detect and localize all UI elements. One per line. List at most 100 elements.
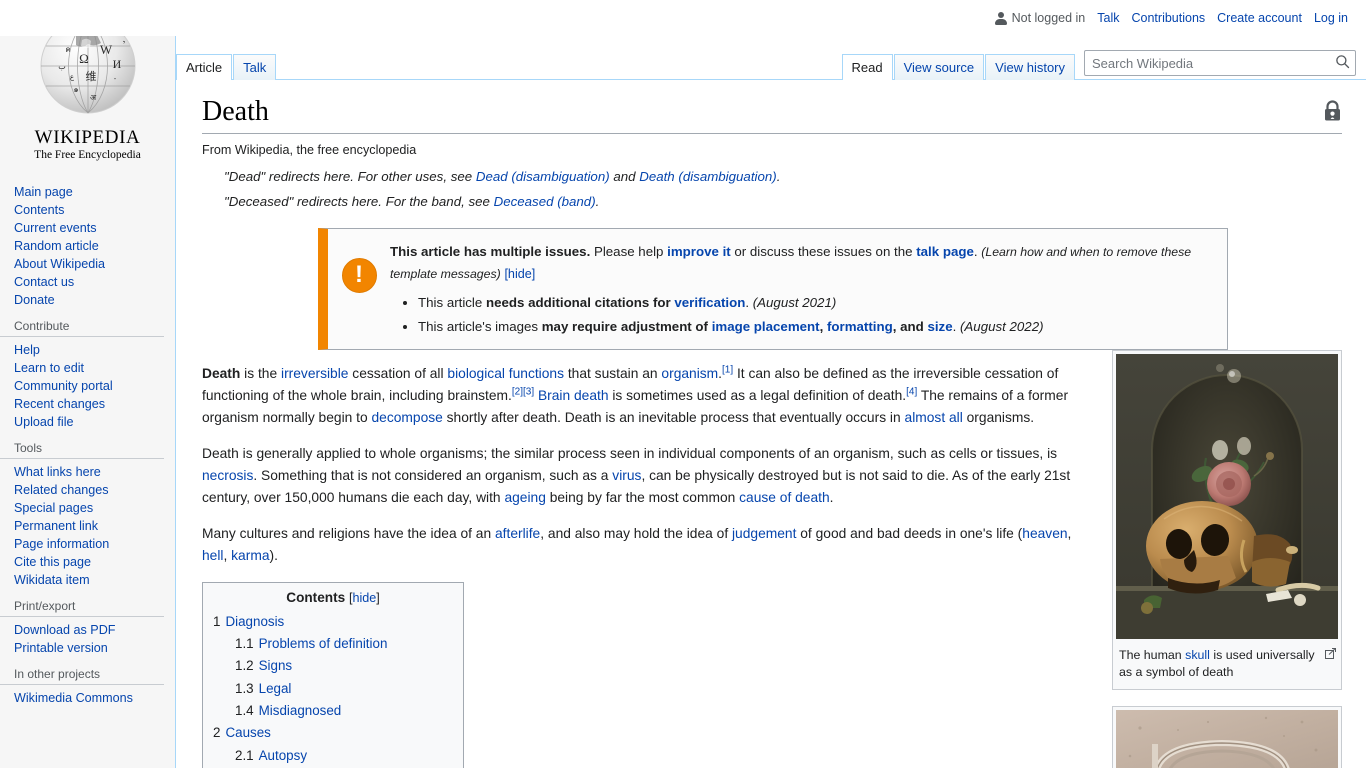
issue-1-link-verification[interactable]: verification [674,295,745,310]
sidebar-link-community-portal[interactable]: Community portal [14,379,113,393]
citation-ref-link[interactable]: [1] [722,364,733,375]
tab-talk[interactable]: Talk [233,54,277,80]
sidebar-link-main-page[interactable]: Main page [14,185,73,199]
sidebar-link-upload-file[interactable]: Upload file [14,415,74,429]
sidebar-item-about-wikipedia[interactable]: About Wikipedia [0,254,175,272]
toc-entry[interactable]: 1.1 Problems of definition [213,633,453,655]
body-link[interactable]: necrosis [202,468,253,483]
ambox-link-talk-page[interactable]: talk page [916,244,974,259]
toc-entry-link[interactable]: Signs [259,658,293,673]
personal-link-log-in[interactable]: Log in [1314,11,1348,25]
tab-talk-label[interactable]: Talk [243,60,266,75]
citation-ref[interactable]: [4] [906,387,917,398]
body-link[interactable]: karma [231,548,269,563]
sidebar-item-help[interactable]: Help [0,340,175,358]
body-link[interactable]: decompose [371,410,442,425]
toc-entry-link[interactable]: Diagnosis [225,614,284,629]
sidebar-link-wikidata-item[interactable]: Wikidata item [14,573,90,587]
vanitas-still-life-skull-painting[interactable] [1116,354,1338,642]
body-link[interactable]: virus [612,468,641,483]
sidebar-link-download-as-pdf[interactable]: Download as PDF [14,623,116,637]
body-link[interactable]: Brain death [538,388,609,403]
caption-link-skull[interactable]: skull [1185,648,1210,662]
tab-read-label[interactable]: Read [852,60,883,75]
body-link[interactable]: afterlife [495,526,540,541]
toc-entry-link[interactable]: Legal [259,681,292,696]
sidebar-link-donate[interactable]: Donate [14,293,55,307]
sidebar-item-contact-us[interactable]: Contact us [0,272,175,290]
sidebar-item-donate[interactable]: Donate [0,290,175,308]
sidebar-item-upload-file[interactable]: Upload file [0,412,175,430]
sidebar-link-page-information[interactable]: Page information [14,537,109,551]
personal-link-create-account[interactable]: Create account [1217,11,1302,25]
sidebar-link-what-links-here[interactable]: What links here [14,465,101,479]
issue-2-link-image-placement[interactable]: image placement [712,319,820,334]
sidebar-item-special-pages[interactable]: Special pages [0,498,175,516]
issue-2-link-size[interactable]: size [927,319,952,334]
stone-relief-photo[interactable] [1116,709,1338,768]
tab-view-history[interactable]: View history [985,54,1075,80]
sidebar-link-wikimedia-commons[interactable]: Wikimedia Commons [14,691,133,705]
sidebar-link-related-changes[interactable]: Related changes [14,483,109,497]
tab-article[interactable]: Article [176,54,233,80]
hatnote-1-link-death-disambiguation[interactable]: Death (disambiguation) [639,169,776,184]
sidebar-item-printable-version[interactable]: Printable version [0,638,175,656]
search-button[interactable] [1329,51,1355,75]
sidebar-item-permanent-link[interactable]: Permanent link [0,516,175,534]
tab-view-source-label[interactable]: View source [904,60,975,75]
sidebar-link-learn-to-edit[interactable]: Learn to edit [14,361,84,375]
sidebar-item-main-page[interactable]: Main page [0,182,175,200]
sidebar-link-current-events[interactable]: Current events [14,221,97,235]
sidebar-item-random-article[interactable]: Random article [0,236,175,254]
sidebar-link-recent-changes[interactable]: Recent changes [14,397,105,411]
sidebar-item-what-links-here[interactable]: What links here [0,462,175,480]
sidebar-link-help[interactable]: Help [14,343,40,357]
enlarge-icon[interactable] [1325,647,1336,664]
sidebar-link-contact-us[interactable]: Contact us [14,275,74,289]
sidebar-link-printable-version[interactable]: Printable version [14,641,108,655]
sidebar-link-contents[interactable]: Contents [14,203,64,217]
hatnote-1-link-dead-disambiguation[interactable]: Dead (disambiguation) [476,169,610,184]
toc-entry-link[interactable]: Autopsy [259,748,307,763]
citation-ref[interactable]: [2][3] [512,387,534,398]
ambox-hide-link[interactable]: [hide] [504,267,535,281]
body-link[interactable]: ageing [504,490,545,505]
sidebar-link-random-article[interactable]: Random article [14,239,99,253]
tab-article-label[interactable]: Article [186,60,222,75]
toc-entry[interactable]: 1 Diagnosis [213,611,453,633]
sidebar-item-related-changes[interactable]: Related changes [0,480,175,498]
body-link[interactable]: cause of death [739,490,830,505]
body-link[interactable]: judgement [732,526,796,541]
sidebar-link-about-wikipedia[interactable]: About Wikipedia [14,257,105,271]
toc-entry[interactable]: 2 Causes [213,722,453,744]
sidebar-item-cite-this-page[interactable]: Cite this page [0,552,175,570]
personal-link-contributions[interactable]: Contributions [1132,11,1206,25]
sidebar-item-contents[interactable]: Contents [0,200,175,218]
toc-entry[interactable]: 1.4 Misdiagnosed [213,700,453,722]
toc-entry[interactable]: 1.3 Legal [213,678,453,700]
body-link[interactable]: organism [661,366,718,381]
body-link[interactable]: almost all [905,410,963,425]
sidebar-item-wikimedia-commons[interactable]: Wikimedia Commons [0,688,175,706]
search-form[interactable] [1084,50,1356,76]
sidebar-link-cite-this-page[interactable]: Cite this page [14,555,91,569]
body-link[interactable]: hell [202,548,223,563]
tab-read[interactable]: Read [841,54,893,80]
issue-2-link-formatting[interactable]: formatting [827,319,893,334]
toc-entry-link[interactable]: Misdiagnosed [259,703,342,718]
body-link[interactable]: biological functions [447,366,564,381]
ambox-link-improve-it[interactable]: improve it [667,244,731,259]
sidebar-link-special-pages[interactable]: Special pages [14,501,93,515]
hatnote-2-link-deceased-band[interactable]: Deceased (band) [494,194,596,209]
search-input[interactable] [1084,50,1356,76]
tab-view-history-label[interactable]: View history [995,60,1065,75]
toc-entry[interactable]: 1.2 Signs [213,655,453,677]
citation-ref-link[interactable]: [4] [906,387,917,398]
sidebar-item-community-portal[interactable]: Community portal [0,376,175,394]
sidebar-item-page-information[interactable]: Page information [0,534,175,552]
sidebar-item-wikidata-item[interactable]: Wikidata item [0,570,175,588]
toc-entry-link[interactable]: Problems of definition [259,636,388,651]
body-link[interactable]: irreversible [281,366,348,381]
toc-entry-link[interactable]: Causes [225,725,270,740]
citation-ref-link[interactable]: [2][3] [512,387,534,398]
